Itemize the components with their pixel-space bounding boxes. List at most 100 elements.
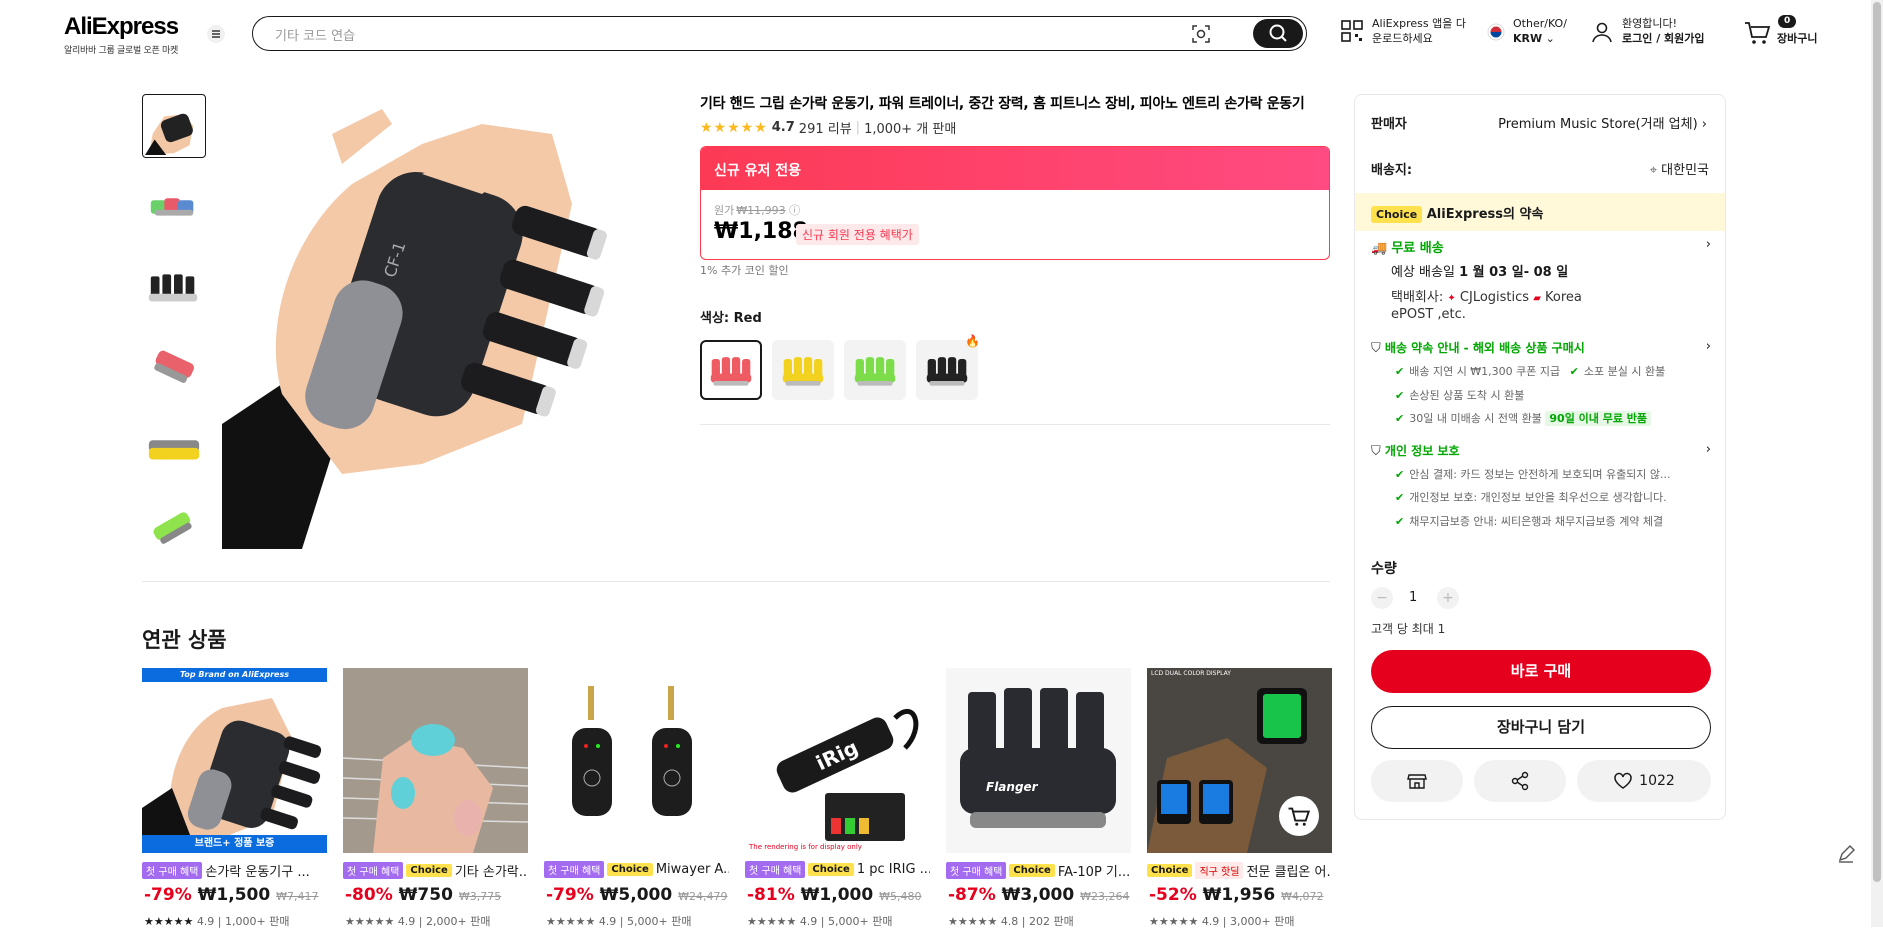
privacy-row[interactable]: ⛉ 개인 정보 보호 ›	[1371, 442, 1711, 459]
buy-now-button[interactable]: 바로 구매	[1371, 650, 1711, 693]
quantity-value[interactable]: 1	[1409, 590, 1417, 605]
free-shipping-row[interactable]: 🚚 무료 배송 ›	[1371, 237, 1711, 256]
product-card[interactable]: Flanger 첫 구매 혜택 Choice FA-10P 기... -87% ₩3…	[946, 668, 1131, 928]
choice-tag: Choice	[808, 863, 854, 876]
store-button[interactable]	[1371, 760, 1463, 802]
orig-label: 원가	[714, 204, 735, 217]
cart-link[interactable]: 0 장바구니	[1743, 15, 1817, 46]
green-gripper-icon	[854, 357, 896, 386]
page-scrollbar[interactable]	[1871, 0, 1883, 927]
price: ₩1,956	[1202, 885, 1276, 905]
seller-link[interactable]: Premium Music Store(거래 업체) ›	[1498, 113, 1707, 132]
price: ₩1,000	[800, 885, 874, 905]
discount: -81%	[747, 885, 795, 905]
free-return-badge: 90일 이내 무료 반품	[1545, 411, 1652, 426]
product-card[interactable]: LCD DUAL COLOR DISPLAY Choice 직구 핫딜 전문 클립온…	[1147, 668, 1332, 928]
thumbnail-2[interactable]	[142, 174, 206, 238]
original-price: ₩7,417	[276, 890, 319, 903]
quantity-increase-button[interactable]: +	[1437, 587, 1459, 609]
thumbnail-1[interactable]	[142, 94, 206, 158]
product-card-image: Flanger	[946, 668, 1131, 853]
search-icon	[1269, 24, 1287, 42]
stars-icon: ★★★★★	[345, 915, 395, 928]
carrier-label: 택배회사:	[1391, 290, 1444, 305]
related-products-heading: 연관 상품	[142, 628, 227, 652]
lcd-display-caption: LCD DUAL COLOR DISPLAY	[1151, 670, 1231, 677]
wishlist-count: 1022	[1639, 773, 1675, 789]
divider	[142, 581, 1330, 582]
add-to-cart-button[interactable]: 장바구니 담기	[1371, 706, 1711, 749]
product-name: 전문 클립온 어...	[1246, 865, 1332, 880]
product-card-image: Top Brand on AliExpress 브랜드+ 정품 보증	[142, 668, 327, 853]
rating-value: 4.7	[771, 120, 795, 135]
seller-label: 판매자	[1371, 117, 1407, 132]
check-icon: ✔	[1395, 491, 1405, 504]
swatch-green[interactable]	[844, 340, 906, 400]
image-search-icon[interactable]	[1190, 23, 1212, 45]
delivery-estimate: 예상 배송일 1 월 03 일- 08 일	[1391, 261, 1568, 280]
thumbnail-4[interactable]	[142, 334, 206, 398]
rating: 4.9	[196, 915, 215, 928]
region-selector[interactable]: Other/KO/ KRW ⌄	[1487, 16, 1567, 46]
search-input[interactable]: 기타 코드 연습	[275, 25, 355, 44]
rating-row[interactable]: ★★★★★ 4.7 291 리뷰 | 1,000+ 개 판매	[700, 118, 956, 138]
sold: 1,000+ 판매	[225, 915, 290, 928]
add-to-cart-icon[interactable]	[1284, 801, 1314, 831]
hot-deal-tag: 직구 핫딜	[1195, 862, 1244, 879]
info-icon[interactable]: ⓘ	[789, 204, 800, 217]
wishlist-button[interactable]: 1022	[1577, 760, 1711, 802]
post-logo-icon: ▰	[1533, 293, 1541, 304]
guarantee-2: 소포 분실 시 환불	[1583, 365, 1666, 378]
download-app-link[interactable]: AliExpress 앱을 다 운로드하세요	[1340, 16, 1466, 46]
edit-pencil-icon[interactable]	[1835, 843, 1857, 865]
thumbnail-3[interactable]	[142, 254, 206, 318]
product-card-image	[544, 668, 729, 853]
shield-icon: ⛉	[1371, 341, 1381, 356]
swatch-yellow[interactable]	[772, 340, 834, 400]
wireless-transmitter-image	[572, 686, 692, 816]
quantity-label: 수량	[1371, 561, 1397, 577]
swatch-black[interactable]: 🔥	[916, 334, 980, 400]
brand-plus-banner: 브랜드+ 정품 보증	[142, 835, 327, 853]
menu-icon[interactable]	[206, 24, 226, 44]
swatch-red[interactable]	[700, 340, 762, 400]
heart-icon	[1614, 772, 1632, 789]
product-card-image	[343, 668, 528, 853]
new-user-price-box: 신규 유저 전용 원가 ₩11,993 ⓘ ₩1,188 신규 회원 전용 혜택가	[700, 146, 1330, 260]
thumbnail-6[interactable]	[142, 494, 206, 558]
privacy-shield-icon: ⛉	[1371, 444, 1381, 459]
logo-subtitle: 알리바바 그룹 글로벌 오픈 마켓	[64, 46, 178, 56]
search-button[interactable]	[1253, 19, 1303, 48]
original-price: ₩24,479	[678, 890, 728, 903]
product-card[interactable]: 첫 구매 혜택 Choice 기타 손가락... -80% ₩750 ₩3,775 …	[343, 668, 528, 928]
price: ₩1,500	[197, 885, 271, 905]
red-gripper-icon	[710, 357, 752, 386]
original-price: ₩11,993	[736, 204, 786, 217]
quantity-decrease-button[interactable]: −	[1371, 587, 1393, 609]
rating: 4.9	[397, 915, 416, 928]
price: ₩750	[398, 885, 453, 905]
review-count[interactable]: 291 리뷰	[799, 118, 852, 137]
privacy-2: 개인정보 보호: 개인정보 보안을 최우선으로 생각합니다.	[1409, 491, 1667, 504]
share-button[interactable]	[1474, 760, 1566, 802]
hand-gripper-image: CF-1	[222, 109, 607, 549]
product-card[interactable]: 첫 구매 혜택 Choice Miwayer A... -79% ₩5,000 ₩2…	[544, 668, 729, 928]
product-card[interactable]: iRig The rendering is for display only 첫…	[745, 668, 930, 928]
first-purchase-tag: 첫 구매 혜택	[142, 862, 203, 879]
cart-icon	[1745, 22, 1771, 44]
choice-tag: Choice	[406, 864, 452, 877]
guarantee-1: 배송 지연 시 ₩1,300 쿠폰 지급	[1409, 365, 1561, 378]
thumbnail-5[interactable]	[142, 414, 206, 478]
scrollbar-thumb[interactable]	[1873, 2, 1881, 882]
delivery-guarantee-row[interactable]: ⛉ 배송 약속 안내 - 해외 배송 상품 구매시 ›	[1371, 339, 1711, 356]
account-menu[interactable]: 환영합니다! 로그인 / 회원가입	[1590, 16, 1705, 46]
product-card-image: iRig The rendering is for display only	[745, 668, 930, 853]
app-line1: AliExpress 앱을 다	[1372, 17, 1466, 30]
hot-flame-icon: 🔥	[965, 334, 980, 348]
product-card[interactable]: Top Brand on AliExpress 브랜드+ 정품 보증 첫 구매 …	[142, 668, 327, 928]
login-signup-link[interactable]: 로그인 / 회원가입	[1622, 32, 1705, 45]
ship-to-selector[interactable]: ⌖ 대한민국	[1650, 159, 1709, 178]
korea-flag-icon	[1487, 23, 1505, 41]
main-product-image[interactable]: CF-1	[222, 94, 650, 549]
aliexpress-logo[interactable]: AliExpress 알리바바 그룹 글로벌 오픈 마켓	[64, 13, 179, 56]
